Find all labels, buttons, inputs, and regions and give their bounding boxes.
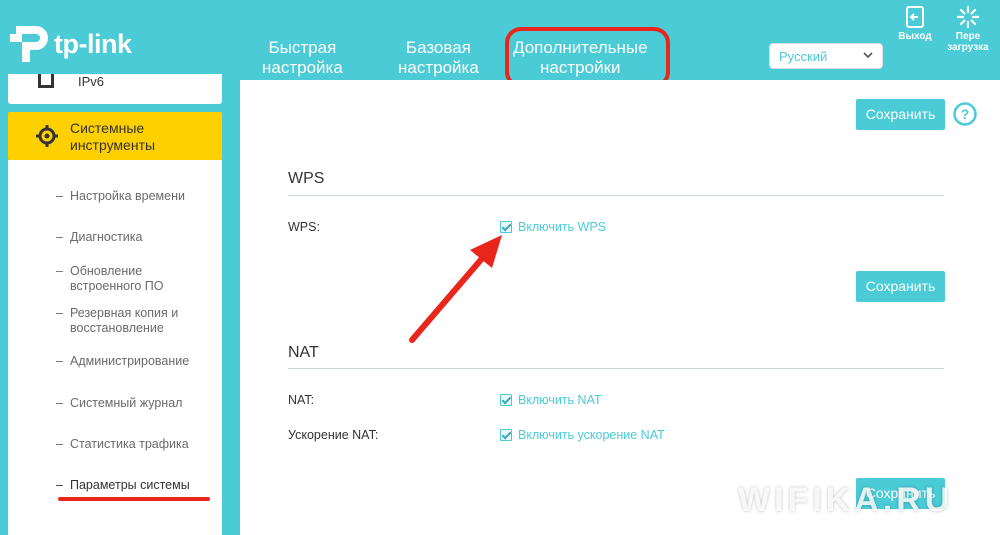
sidebar-item-diagnostics[interactable]: – Диагностика [56,230,143,245]
sidebar-item-time-settings[interactable]: – Настройка времени [56,189,185,204]
language-select-value: Русский [779,49,828,64]
sidebar-item-label: Параметры системы [70,478,190,492]
sidebar-item-system-tools[interactable]: Системные инструменты [8,112,222,160]
tab-quick-setup[interactable]: Быстрая настройка [262,38,343,78]
chevron-down-icon [863,52,873,59]
sidebar-item-system-parameters[interactable]: – Параметры системы [56,478,190,493]
sidebar-item-label: Администрирование [70,354,190,368]
save-button-top[interactable]: Сохранить [856,99,945,130]
sidebar-item-backup-restore[interactable]: – Резервная копия и восстановление [56,306,179,336]
sidebar-item-label: Настройка времени [70,189,185,203]
tab-basic-setup-line2: настройка [398,58,479,77]
watermark: WIFIKA.RU [738,481,954,519]
sidebar-item-label-line2: восстановление [70,321,164,335]
sidebar-item-label: Системный журнал [70,396,183,410]
sidebar-item-ipv6[interactable]: IPv6 [8,74,222,104]
wps-section-title: WPS [288,170,325,187]
save-button-wps[interactable]: Сохранить [856,271,945,302]
tab-quick-setup-line1: Быстрая [268,38,337,57]
nat-accel-label: Включить ускорение NAT [518,428,665,442]
sidebar-item-label: Диагностика [70,230,143,244]
sidebar-item-label-line2: встроенного ПО [70,279,164,293]
sidebar-item-firmware-update[interactable]: – Обновление встроенного ПО [56,264,164,294]
help-icon[interactable]: ? [953,102,977,126]
checkbox-checked-icon[interactable] [500,429,512,441]
sidebar-item-ipv6-label: IPv6 [78,74,105,89]
gear-icon [36,125,58,147]
sidebar: IPv6 Системные инструменты [0,74,230,535]
sidebar-item-label: Статистика трафика [70,437,189,451]
sidebar-item-label: Обновление [70,264,143,278]
tp-link-logo: tp-link [10,22,132,66]
checkbox-checked-icon[interactable] [500,394,512,406]
nat-accel-checkbox[interactable]: Включить ускорение NAT [500,428,665,442]
nat-enable-label: Включить NAT [518,393,602,407]
reboot-icon [957,6,979,28]
ipv6-icon [38,74,54,88]
language-select[interactable]: Русский [769,43,883,69]
reboot-button[interactable]: Пере загрузка [945,6,991,53]
nat-divider [288,368,944,369]
main-panel: Сохранить ? WPS WPS: Включить WPS Сохран… [240,80,1000,535]
sidebar-item-traffic-stats[interactable]: – Статистика трафика [56,437,189,452]
advanced-tab-highlight [505,27,670,88]
system-tools-line2: инструменты [70,137,156,153]
nat-enable-checkbox[interactable]: Включить NAT [500,393,602,407]
wps-enable-checkbox[interactable]: Включить WPS [500,220,606,234]
tab-basic-setup[interactable]: Базовая настройка [398,38,479,78]
wps-divider [288,195,944,196]
tab-quick-setup-line2: настройка [262,58,343,77]
sidebar-item-system-tools-label: Системные инструменты [70,120,155,154]
nat-accel-field-label: Ускорение NAT: [288,428,379,442]
sidebar-item-label: Резервная копия и [70,306,179,320]
nat-field-label: NAT: [288,393,315,407]
logout-label: Выход [898,31,932,42]
active-item-underline [58,497,210,501]
logout-button[interactable]: Выход [896,6,934,42]
wps-field-label: WPS: [288,220,320,234]
reboot-label-line2: загрузка [947,42,989,53]
sidebar-item-administration[interactable]: – Администрирование [56,354,190,369]
checkbox-checked-icon[interactable] [500,221,512,233]
system-tools-line1: Системные [70,120,145,136]
nat-section-title: NAT [288,344,319,361]
wps-enable-label: Включить WPS [518,220,607,234]
brand-name: tp-link [54,28,132,59]
sidebar-item-system-log[interactable]: – Системный журнал [56,396,183,411]
tp-link-mark-icon [10,26,48,62]
reboot-label-line1: Пере [955,31,981,42]
svg-text:?: ? [961,106,970,122]
logout-icon [906,6,924,28]
tab-basic-setup-line1: Базовая [405,38,471,57]
